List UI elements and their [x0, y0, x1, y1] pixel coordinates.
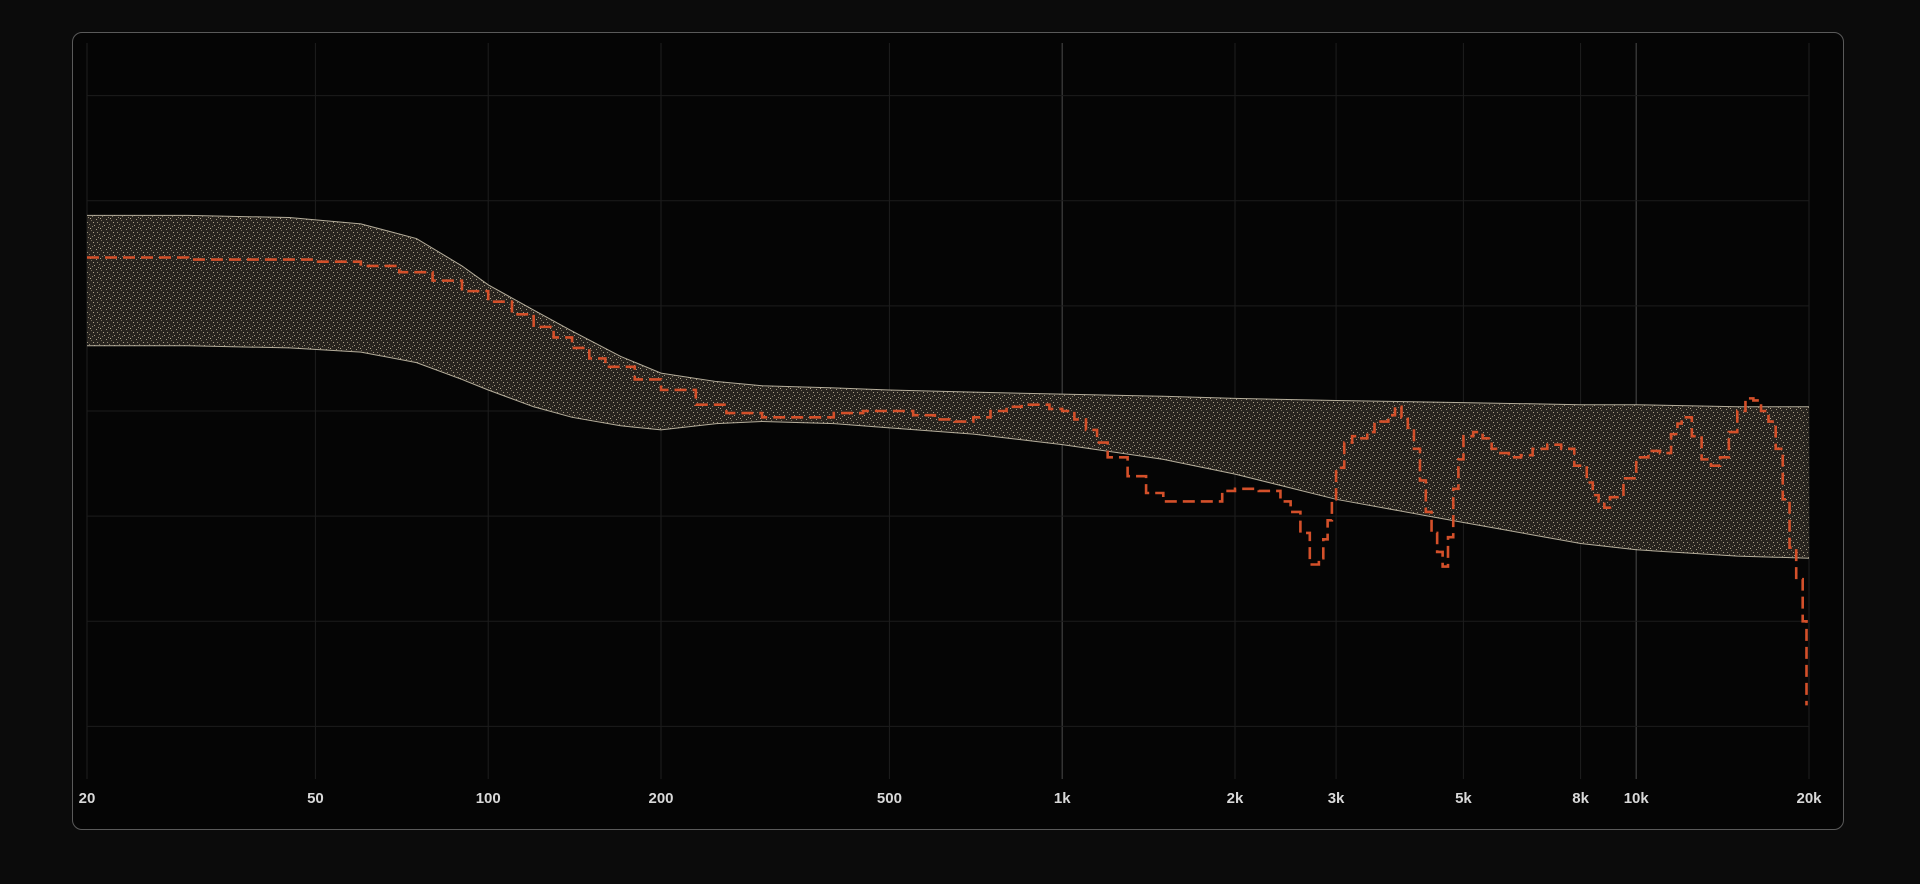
x-tick-label: 50 [307, 790, 324, 807]
band-layer [87, 214, 1810, 559]
x-tick-label: 8k [1572, 790, 1589, 807]
x-tick-label: 20 [79, 790, 96, 807]
x-tick-label: 100 [476, 790, 501, 807]
x-tick-label: 20k [1796, 790, 1822, 807]
x-tick-label: 200 [648, 790, 673, 807]
x-tick-label: 1k [1054, 790, 1071, 807]
x-tick-label: 3k [1328, 790, 1345, 807]
x-tick-label: 500 [877, 790, 902, 807]
x-tick-label: 2k [1227, 790, 1244, 807]
frequency-response-plot: 20501002005001k2k3k5k8k10k20k 151050-5-1… [79, 43, 1823, 807]
x-axis-ticks: 20 50 100 200 500 1k 2k 3k 5k 8k 10k 20k [79, 790, 1823, 807]
x-tick-label: 10k [1624, 790, 1650, 807]
target-band [87, 215, 1809, 559]
x-tick-label: 5k [1455, 790, 1472, 807]
chart-frame: 20501002005001k2k3k5k8k10k20k 151050-5-1… [72, 32, 1844, 830]
